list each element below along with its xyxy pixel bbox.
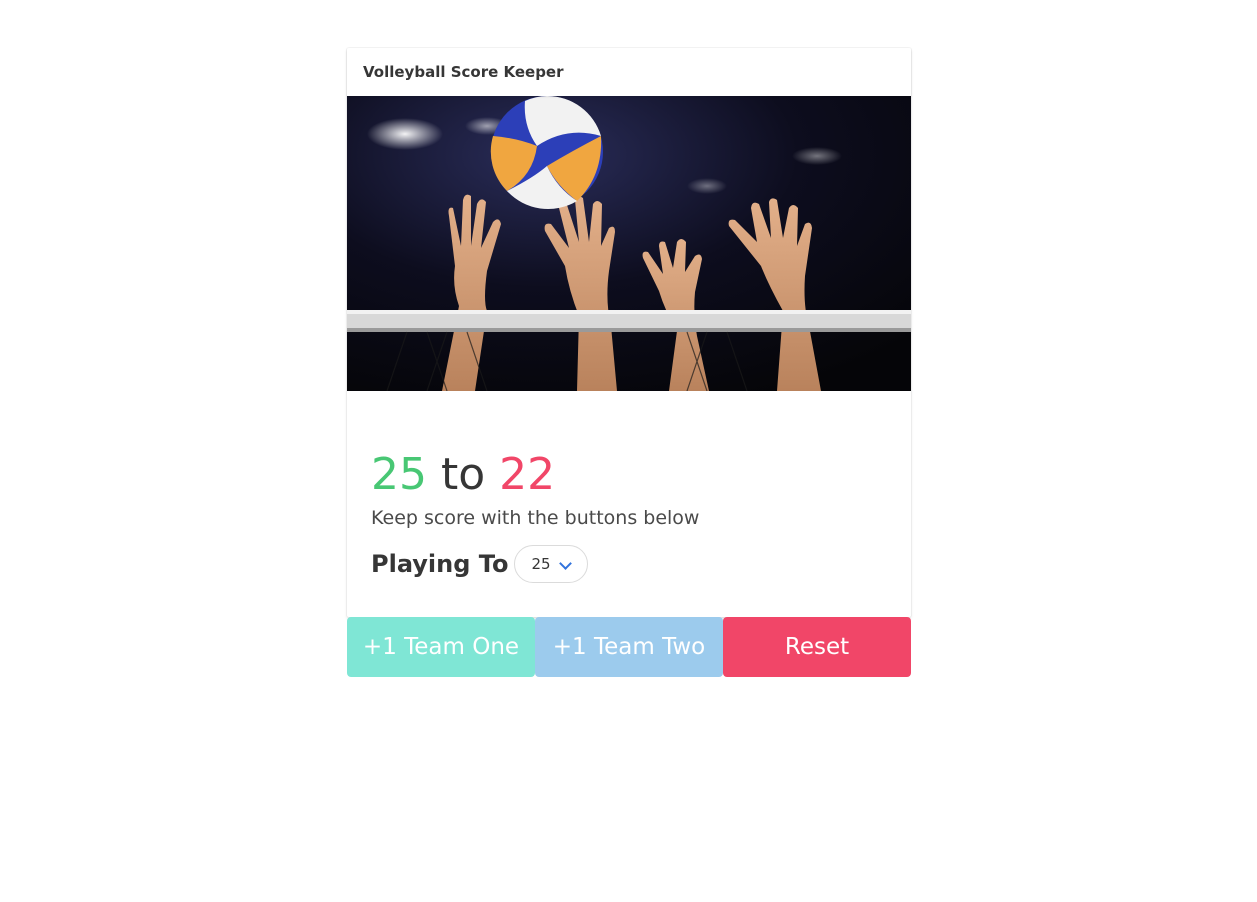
team-one-button[interactable]: +1 Team One	[347, 617, 535, 677]
score-separator: to	[441, 449, 486, 500]
score-display: 25 to 22	[371, 447, 887, 503]
team-two-button[interactable]: +1 Team Two	[535, 617, 723, 677]
playing-to-row: Playing To 25	[371, 545, 887, 583]
team-two-score: 22	[499, 449, 556, 500]
reset-button[interactable]: Reset	[723, 617, 911, 677]
team-one-score: 25	[371, 449, 427, 500]
score-keeper-card: Volleyball Score Keeper 25 to 22 Keep sc…	[347, 48, 911, 617]
card-title: Volleyball Score Keeper	[363, 63, 564, 81]
subtitle: Keep score with the buttons below	[371, 507, 700, 529]
playing-to-select[interactable]: 25	[514, 545, 589, 583]
playing-to-value: 25	[531, 555, 551, 573]
playing-to-label: Playing To	[371, 550, 509, 578]
chevron-down-icon	[559, 557, 573, 570]
button-footer: +1 Team One +1 Team Two Reset	[347, 617, 911, 677]
card-content: 25 to 22 Keep score with the buttons bel…	[347, 391, 911, 617]
volleyball-image	[347, 96, 911, 391]
card-header: Volleyball Score Keeper	[347, 48, 911, 96]
